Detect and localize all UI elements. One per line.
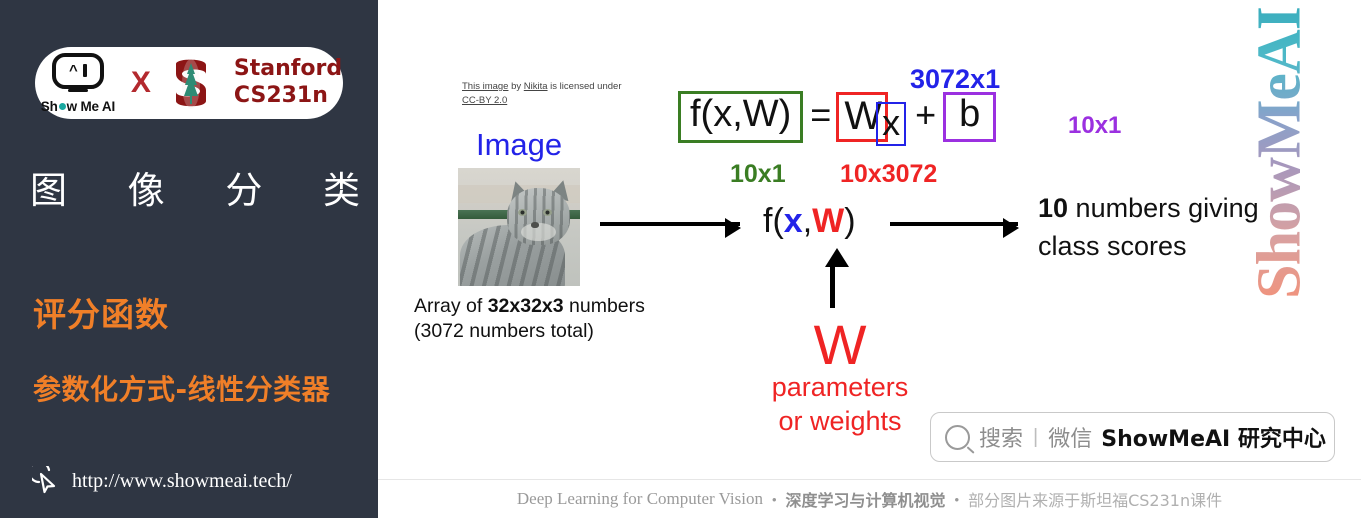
watermark-text: ShowMeAI (1245, 7, 1314, 299)
formula-plus: + (915, 93, 937, 135)
caret-glyph: ^ (69, 62, 78, 79)
stanford-course-text: Stanford CS231n (234, 56, 342, 110)
site-url-text: http://www.showmeai.tech/ (72, 469, 292, 492)
sidebar: ^ Sh w Me AI X Stanford CS231n 图 像 分 类 评… (0, 0, 378, 518)
search-channel: 微信 (1048, 427, 1093, 452)
search-placeholder: 搜索 (979, 427, 1024, 452)
weights-annotation: W parameters or weights (750, 313, 930, 439)
cursor-icon (32, 466, 56, 494)
array-description: Array of 32x32x3 numbers (3072 numbers t… (414, 294, 645, 345)
arrow-function-to-scores (890, 218, 1019, 238)
formula-equals: = (810, 93, 832, 135)
image-credit: This image by Nikita is licensed under C… (462, 80, 632, 108)
brand-badge: ^ Sh w Me AI X Stanford CS231n (35, 47, 343, 119)
showmeai-logo: ^ Sh w Me AI (36, 52, 120, 114)
title-char-1: 像 (127, 169, 165, 212)
title-char-0: 图 (30, 169, 67, 212)
cat-photo (458, 168, 580, 286)
footer-english: Deep Learning for Computer Vision (516, 489, 763, 508)
fxw-w: W (812, 202, 845, 240)
weights-symbol: W (813, 313, 867, 376)
topic-heading-2: 参数化方式-线性分类器 (33, 373, 331, 406)
footer-bar: Deep Learning for Computer Vision • 深度学习… (378, 479, 1361, 518)
showmeai-watermark: ShowMeAI (1210, 7, 1350, 299)
title-char-3: 类 (322, 169, 360, 212)
array-pre: Array of (414, 295, 488, 317)
footer-chinese-note: 部分图片来源于斯坦福CS231n课件 (968, 491, 1223, 510)
topic-heading-1: 评分函数 (33, 295, 169, 334)
bar-glyph (82, 64, 87, 77)
function-node: f(x,W) (763, 202, 856, 241)
array-line-1: Array of 32x32x3 numbers (414, 294, 645, 319)
array-line-2: (3072 numbers total) (414, 320, 594, 343)
footer-dot-1: • (771, 491, 777, 507)
credit-link-license[interactable]: CC-BY 2.0 (462, 95, 507, 106)
page-title: 图 像 分 类 (30, 160, 360, 214)
credit-mid-2: is licensed under (547, 81, 622, 92)
x-separator: X (130, 66, 151, 99)
array-post: numbers (563, 295, 645, 317)
formula-x-box: x (876, 102, 907, 146)
weights-line-2: or weights (778, 405, 902, 436)
teal-dot-icon (58, 102, 66, 110)
credit-link-author[interactable]: Nikita (524, 81, 548, 92)
content-area: This image by Nikita is licensed under C… (378, 0, 1361, 518)
formula-lhs-box: f(x,W) (678, 90, 804, 143)
label-w-dims: 10x3072 (840, 160, 938, 188)
formula-wx-group: W x (836, 88, 907, 146)
wechat-search-bar[interactable]: 搜索 | 微信 ShowMeAI 研究中心 (930, 412, 1335, 462)
formula-b-box: b (943, 91, 997, 142)
stanford-name: Stanford (233, 56, 343, 82)
showmeai-wordmark: Sh w Me AI (41, 99, 115, 114)
array-dims: 32x32x3 (487, 295, 564, 317)
label-x-dims: 3072x1 (910, 64, 1001, 94)
label-f-dims: 10x1 (730, 160, 786, 188)
wordmark-part-1: Sh (40, 98, 58, 114)
title-char-2: 分 (225, 169, 263, 212)
weights-line-1: parameters (771, 372, 909, 403)
arrow-image-to-function (600, 218, 741, 238)
credit-mid-1: by (508, 81, 524, 92)
wordmark-part-2: w Me AI (66, 98, 116, 114)
search-separator: | (1033, 425, 1039, 448)
slide-root: ^ Sh w Me AI X Stanford CS231n 图 像 分 类 评… (0, 0, 1361, 518)
credit-link-image[interactable]: This image (462, 81, 508, 92)
label-b-dims: 10x1 (1068, 112, 1122, 139)
stanford-course-code: CS231n (233, 83, 328, 108)
footer-chinese-bold: 深度学习与计算机视觉 (785, 491, 946, 510)
fxw-f-open: f( (763, 202, 784, 240)
search-icon (945, 424, 970, 450)
robot-face-icon: ^ (51, 52, 104, 89)
footer-dot-2: • (954, 491, 960, 507)
site-url-row[interactable]: http://www.showmeai.tech/ (32, 466, 292, 496)
stanford-s-svg (175, 59, 206, 109)
fxw-x: x (783, 202, 803, 240)
linear-classifier-formula: f(x,W) = W x + b (678, 88, 997, 146)
fxw-close: ) (844, 202, 856, 240)
stanford-s-logo-icon (162, 54, 220, 112)
fxw-comma: , (802, 202, 813, 240)
scores-count: 10 (1038, 193, 1069, 223)
image-label: Image (476, 127, 563, 162)
search-brand: ShowMeAI 研究中心 (1101, 427, 1326, 452)
arrow-w-to-function (825, 248, 849, 308)
